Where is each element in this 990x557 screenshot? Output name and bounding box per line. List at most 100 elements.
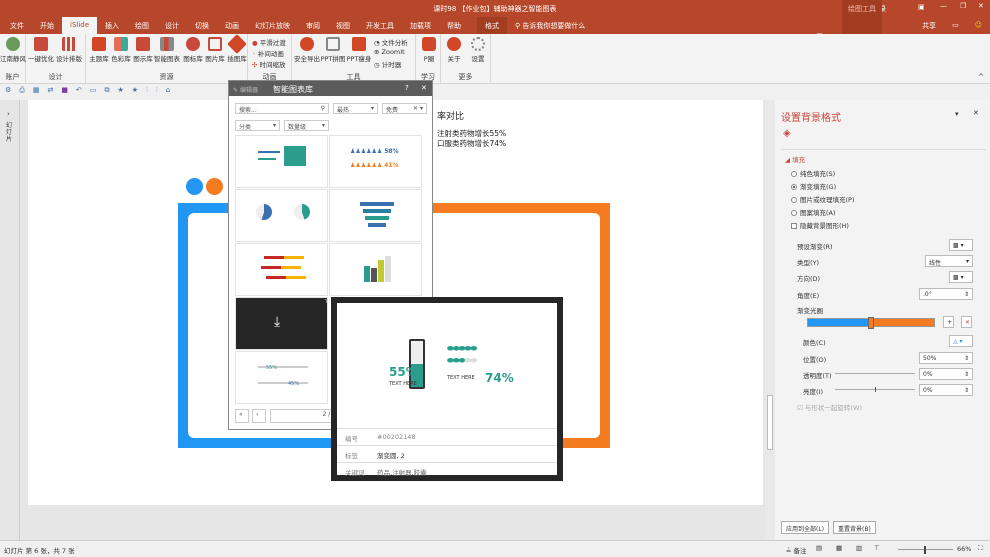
collapse-ribbon-icon[interactable]: ^ [978,73,984,81]
first-page-button[interactable]: « [235,409,249,423]
close-button[interactable]: ✕ [978,2,984,10]
editor-button[interactable]: ✎ 编辑器 [233,85,258,94]
gradient-stops-bar[interactable] [807,317,935,329]
timer-button[interactable]: ◷ 计时器 [374,59,401,69]
tab-design[interactable]: 设计 [157,17,187,34]
lock-icon[interactable]: ⌂ [166,86,170,98]
slideshow-icon[interactable]: ⊤ [874,544,880,552]
panel-options-icon[interactable]: ▾ [955,110,959,118]
preset-gradient-dropdown[interactable]: ▩ ▾ [949,239,973,251]
save-icon[interactable]: ■ [61,86,68,98]
chart-thumb-hovered[interactable]: ⤓ ☆ [235,296,332,350]
normal-view-icon[interactable]: ▤ [816,544,822,552]
undo-icon[interactable]: ↶ [76,86,82,98]
brightness-input[interactable]: 0% ⇕ [919,384,973,396]
reset-background-button[interactable]: 重置背景(B) [833,521,876,534]
gradient-stop-handle[interactable] [868,317,874,329]
hide-bg-checkbox[interactable]: 隐藏背景图形(H) [791,220,849,230]
tab-draw[interactable]: 绘图 [127,17,157,34]
fit-slide-icon[interactable]: ⛶ [978,544,983,553]
slide-title[interactable]: 率对比 [437,109,464,122]
tab-developer[interactable]: 开发工具 [358,17,402,34]
chart-thumb[interactable] [235,243,328,296]
sorter-view-icon[interactable]: ▦ [836,544,842,552]
about-button[interactable]: 关于 [441,37,467,63]
ribbon-display-icon[interactable]: ▣ [918,3,925,11]
illustration-library-button[interactable]: 插图库 [224,34,250,63]
help-icon[interactable]: ? [405,84,409,92]
prev-page-button[interactable]: ‹ [252,409,266,423]
ppt-collage-button[interactable]: PPT拼图 [320,37,346,63]
pattern-fill-radio[interactable]: 图案填充(A) [791,207,836,217]
angle-input[interactable]: .0° ⇕ [919,288,973,300]
tab-addins[interactable]: 加载项 [402,17,439,34]
one-click-optimize-button[interactable]: 一键优化 [28,37,54,63]
notes-button[interactable]: ≟ 备注 [786,545,807,555]
quantity-dropdown[interactable]: 数量级 ▾ [284,120,329,131]
slide-text-2[interactable]: 口服类药物增长74% [437,138,506,149]
tab-islide[interactable]: iSlide [62,17,98,34]
design-layout-button[interactable]: 设计排版 [56,37,82,63]
tab-home[interactable]: 开始 [32,17,62,34]
tool-icon[interactable]: ⇄ [48,86,54,98]
solid-fill-radio[interactable]: 纯色填充(S) [791,168,835,178]
chart-thumb[interactable] [329,243,422,296]
rotate-with-shape-checkbox[interactable]: ☑ 与形状一起旋转(W) [797,402,862,412]
tab-transitions[interactable]: 切换 [187,17,217,34]
chart-thumb[interactable] [235,135,328,188]
slide-scrollbar[interactable] [765,100,775,540]
fill-paint-icon[interactable]: ◈ [783,128,791,139]
tab-slideshow[interactable]: 幻灯片放映 [247,17,298,34]
chart-thumb[interactable] [329,189,422,242]
zoom-slider[interactable] [898,546,953,554]
smooth-transition-button[interactable]: ● 平滑过渡 [252,37,286,47]
fill-section-header[interactable]: ◢ 填充 [785,154,805,164]
tab-insert[interactable]: 插入 [97,17,127,34]
star-icon[interactable]: ★ [132,86,138,98]
category-dropdown[interactable]: 分类 ▾ [235,120,280,131]
sort-dropdown[interactable]: 最热 ▾ [333,103,378,114]
time-scale-button[interactable]: ✣ 时间缩放 [252,59,286,69]
tell-me-search[interactable]: ⚲ 告诉我你想要做什么 [507,17,593,34]
filter-dropdown[interactable]: 免费 ✕ ▾ [382,103,427,114]
minimize-button[interactable]: — [940,2,947,10]
apply-to-all-button[interactable]: 应用到全部(L) [781,521,830,534]
transparency-input[interactable]: 0% ⇕ [919,368,973,380]
color-picker-button[interactable]: ◬ ▾ [949,335,973,347]
settings-button[interactable]: 设置 [465,37,491,63]
search-input[interactable]: 搜索... ⚲ [235,103,329,114]
comments-icon[interactable]: ▭ [944,17,967,34]
smart-chart-button[interactable]: 智能图表 [152,37,182,63]
expand-pane-icon[interactable]: › [7,110,10,118]
reading-view-icon[interactable]: ▥ [856,544,862,552]
close-icon[interactable]: ✕ [421,84,427,92]
download-icon[interactable]: ⤓ [274,314,280,330]
remove-stop-icon[interactable]: × [961,316,972,328]
tool-icon[interactable]: ⚙ [5,86,11,98]
chart-thumb[interactable]: 55% 45% [235,351,328,404]
zoomit-button[interactable]: ⊕ ZoomIt [374,48,405,56]
tab-review[interactable]: 审阅 [298,17,328,34]
add-stop-icon[interactable]: + [943,316,954,328]
page-indicator[interactable]: 2 / 1 [270,409,340,423]
tool-icon[interactable]: ▦ [33,86,40,98]
chart-thumb[interactable]: ♟♟♟♟♟♟ 58% ♟♟♟♟♟♟ 41% [329,135,422,188]
star-icon[interactable]: ★ [118,86,124,98]
type-dropdown[interactable]: 线性 ▾ [925,255,973,267]
zoom-level[interactable]: 66% [957,545,971,553]
panel-close-icon[interactable]: ✕ [973,109,979,117]
transparency-slider[interactable] [835,373,915,374]
align-icon[interactable]: ⫶ [146,86,148,98]
tool-icon[interactable]: ⎙ [19,86,25,98]
tool-icon[interactable]: ⧉ [105,86,110,98]
file-analysis-button[interactable]: ◔ 文件分析 [374,37,408,47]
user-account-button[interactable]: 江南静风 [0,37,26,63]
tab-help[interactable]: 帮助 [439,17,469,34]
brightness-slider[interactable] [835,387,915,392]
align-icon[interactable]: ⫶ [156,86,158,98]
p-circle-button[interactable]: P圈 [416,37,442,63]
position-input[interactable]: 50% ⇕ [919,352,973,364]
tab-animations[interactable]: 动画 [217,17,247,34]
chart-thumb[interactable] [235,189,328,242]
gradient-fill-radio[interactable]: 渐变填充(G) [791,181,836,191]
